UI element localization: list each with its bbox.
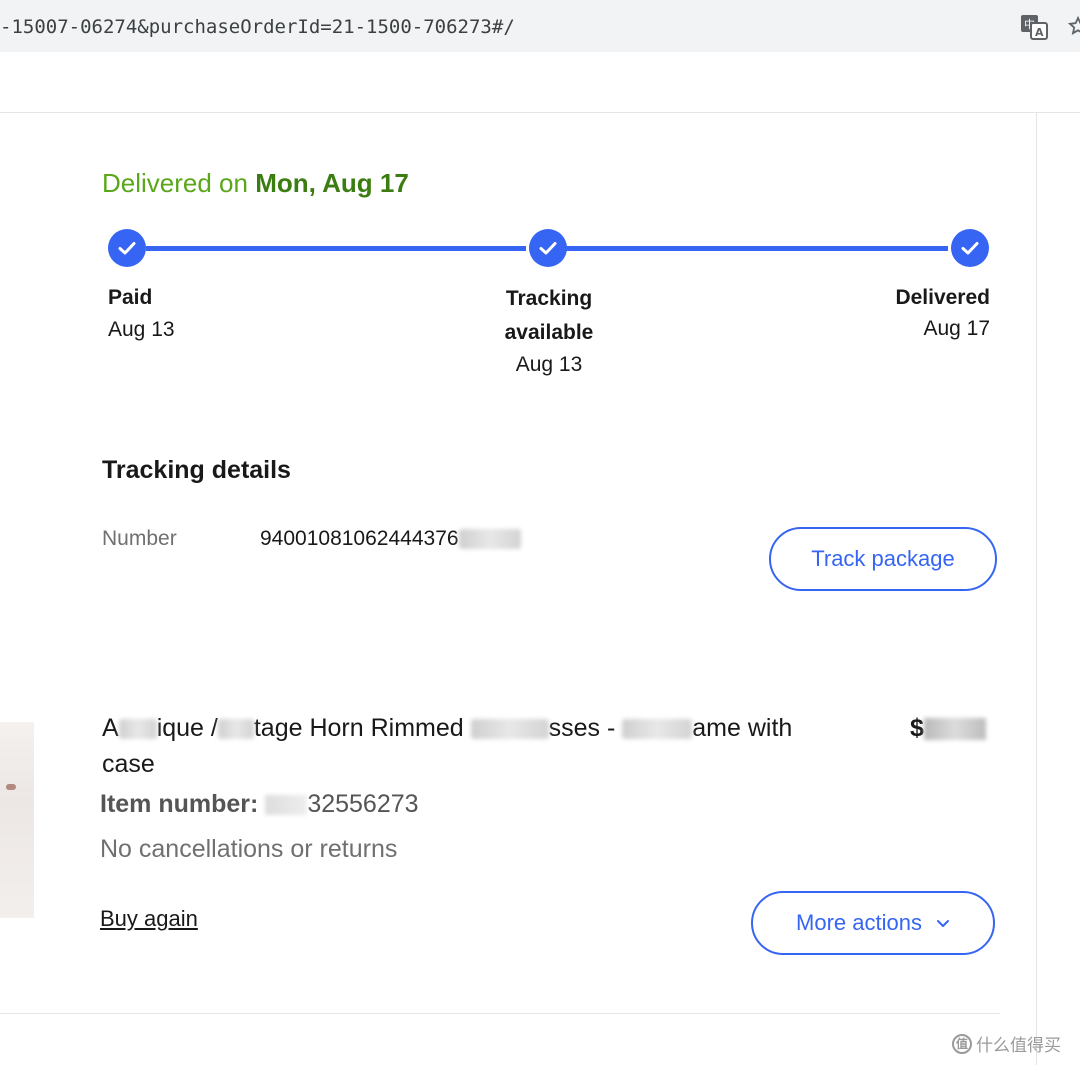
step-date-tracking: Aug 13 — [515, 353, 583, 376]
step-label-tracking-line2: available — [504, 321, 594, 344]
star-icon[interactable] — [1068, 16, 1080, 36]
redacted-blur — [923, 718, 986, 741]
tracking-number-text: 94001081062444376 — [260, 527, 459, 550]
watermark-text: 什么值得买 — [976, 1036, 1061, 1055]
item-title-part: tage Horn Rimmed — [253, 714, 464, 742]
buy-again-link[interactable]: Buy again — [100, 906, 198, 932]
step-delivered-check-icon — [951, 229, 989, 267]
item-title-line2: case — [102, 750, 155, 778]
item-number: Item number: 32556273 — [100, 790, 419, 819]
item-title-part: ique / — [156, 714, 218, 742]
step-label-tracking-line1: Tracking — [505, 287, 593, 310]
redacted-blur — [470, 719, 549, 740]
item-title-part: ame with — [692, 714, 793, 742]
return-policy-text: No cancellations or returns — [100, 835, 398, 863]
watermark: 值 什么值得买 — [952, 1031, 1061, 1056]
item-number-value: 32556273 — [307, 790, 419, 818]
step-label-delivered: Delivered — [895, 286, 990, 309]
delivery-status-date: Mon, Aug 17 — [255, 168, 409, 198]
item-price: $ — [910, 710, 986, 746]
progress-line-segment — [566, 246, 948, 251]
step-label-paid: Paid — [108, 286, 153, 309]
svg-text:A: A — [1035, 26, 1044, 39]
url-text[interactable]: -15007-06274&purchaseOrderId=21-1500-706… — [0, 16, 515, 38]
more-actions-button[interactable]: More actions — [751, 891, 995, 955]
redacted-blur — [458, 529, 521, 550]
translate-icon[interactable]: 中 A — [1020, 14, 1048, 40]
redacted-blur — [622, 719, 693, 740]
item-price-symbol: $ — [910, 714, 924, 742]
step-date-delivered: Aug 17 — [923, 317, 990, 340]
page-header-strip — [0, 52, 1080, 113]
watermark-logo-icon: 值 — [952, 1033, 972, 1054]
item-title-part: A — [102, 714, 119, 742]
step-date-paid: Aug 13 — [108, 318, 175, 341]
step-paid-check-icon — [108, 229, 146, 267]
tracking-details-title: Tracking details — [102, 456, 291, 484]
chevron-down-icon — [936, 920, 949, 927]
track-package-button[interactable]: Track package — [769, 527, 997, 591]
section-divider — [0, 1013, 1000, 1014]
address-bar[interactable]: -15007-06274&purchaseOrderId=21-1500-706… — [0, 0, 1080, 52]
more-actions-label: More actions — [796, 910, 922, 935]
redacted-blur — [265, 795, 308, 816]
item-title-link[interactable]: Aique / tage Horn Rimmed sses - ame with … — [102, 710, 872, 782]
delivery-status-prefix: Delivered on — [102, 168, 248, 198]
step-tracking-check-icon — [529, 229, 567, 267]
delivery-status: Delivered on Mon, Aug 17 — [102, 168, 409, 199]
redacted-blur — [217, 719, 254, 740]
item-title-part: sses - — [548, 714, 616, 742]
content-divider — [1036, 112, 1037, 1065]
tracking-number-label: Number — [102, 527, 177, 550]
progress-line-segment — [146, 246, 526, 251]
step-label-tracking: Tracking available — [449, 282, 649, 350]
item-number-label: Item number: — [100, 790, 259, 818]
item-thumbnail[interactable] — [0, 722, 34, 918]
tracking-number-value: 94001081062444376 — [260, 527, 521, 551]
redacted-blur — [118, 719, 157, 740]
